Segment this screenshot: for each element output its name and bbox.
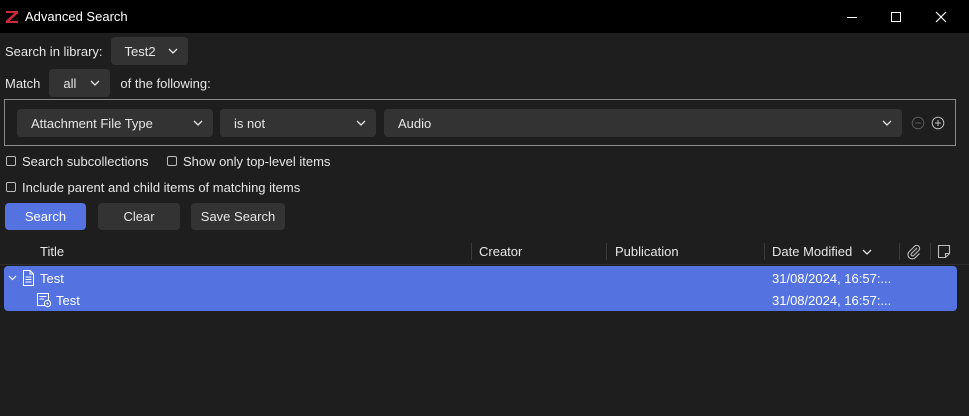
match-dropdown[interactable]: all: [49, 69, 111, 97]
document-icon: [23, 270, 34, 286]
column-divider[interactable]: [764, 243, 765, 260]
row-date: 31/08/2024, 16:57:...: [772, 270, 892, 286]
column-publication[interactable]: Publication: [615, 239, 679, 264]
chevron-down-icon: [193, 120, 203, 126]
search-button[interactable]: Search: [5, 203, 86, 230]
close-button[interactable]: [918, 0, 964, 33]
condition-box: Attachment File Type is not Audio: [4, 99, 956, 146]
attachment-file-icon: [37, 293, 52, 308]
row-title: Test: [56, 292, 80, 308]
search-subcollections-label: Search subcollections: [22, 153, 149, 169]
chevron-down-icon: [90, 80, 100, 86]
search-subcollections-checkbox[interactable]: [6, 156, 16, 166]
condition-value-dropdown[interactable]: Audio: [384, 109, 902, 137]
table-row[interactable]: Test 31/08/2024, 16:57:...: [4, 267, 957, 289]
save-search-button[interactable]: Save Search: [191, 203, 285, 230]
add-condition-icon[interactable]: [931, 116, 945, 130]
attachment-column-icon[interactable]: [906, 244, 922, 260]
clear-button[interactable]: Clear: [98, 203, 180, 230]
search-subcollections-option[interactable]: Search subcollections: [6, 153, 148, 169]
library-dropdown[interactable]: Test2: [110, 37, 188, 65]
column-divider[interactable]: [930, 243, 931, 260]
include-parent-child-option[interactable]: Include parent and child items of matchi…: [6, 179, 300, 195]
table-row[interactable]: Test 31/08/2024, 16:57:...: [4, 289, 957, 311]
column-date-modified[interactable]: Date Modified: [772, 239, 872, 264]
maximize-button[interactable]: [873, 0, 919, 33]
chevron-down-icon[interactable]: [8, 275, 17, 281]
title-bar: Advanced Search: [0, 0, 969, 33]
match-value: all: [63, 75, 77, 91]
column-date-modified-label: Date Modified: [772, 244, 853, 259]
minimize-button[interactable]: [829, 0, 875, 33]
match-suffix: of the following:: [120, 75, 211, 91]
condition-field-dropdown[interactable]: Attachment File Type: [17, 109, 213, 137]
chevron-down-icon: [356, 120, 366, 126]
search-in-row: Search in library: Test2: [5, 37, 188, 65]
show-top-level-option[interactable]: Show only top-level items: [167, 153, 330, 169]
row-title: Test: [40, 270, 64, 286]
condition-value: Audio: [398, 115, 432, 131]
match-row: Match all of the following:: [5, 69, 211, 97]
zotero-logo-icon: [6, 10, 18, 23]
notes-column-icon[interactable]: [937, 244, 951, 259]
library-value: Test2: [124, 43, 156, 59]
column-divider[interactable]: [471, 243, 472, 260]
column-creator[interactable]: Creator: [479, 239, 522, 264]
results-list: Test 31/08/2024, 16:57:... Test 31/08/20…: [4, 266, 957, 311]
condition-operator-dropdown[interactable]: is not: [220, 109, 376, 137]
remove-condition-icon[interactable]: [911, 116, 925, 130]
show-top-level-label: Show only top-level items: [183, 153, 331, 169]
minimize-icon: [847, 16, 857, 18]
column-divider[interactable]: [899, 243, 900, 260]
match-label: Match: [5, 75, 41, 91]
close-icon: [935, 11, 947, 22]
include-parent-child-checkbox[interactable]: [6, 182, 16, 192]
row-date: 31/08/2024, 16:57:...: [772, 292, 892, 308]
results-table-header: Title Creator Publication Date Modified: [0, 239, 969, 265]
chevron-down-icon: [882, 120, 892, 126]
window-title: Advanced Search: [25, 9, 128, 24]
chevron-down-icon: [168, 48, 178, 54]
maximize-icon: [891, 11, 901, 22]
condition-operator-value: is not: [234, 115, 266, 131]
column-title[interactable]: Title: [40, 239, 64, 264]
show-top-level-checkbox[interactable]: [167, 156, 177, 166]
sort-descending-icon: [862, 249, 872, 255]
column-divider[interactable]: [606, 243, 607, 260]
search-in-label: Search in library:: [5, 43, 103, 59]
condition-field-value: Attachment File Type: [31, 115, 153, 131]
include-parent-child-label: Include parent and child items of matchi…: [22, 179, 301, 195]
